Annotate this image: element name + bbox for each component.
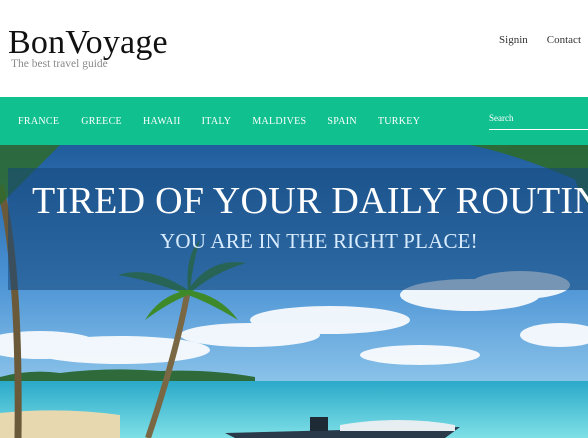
nav-items: FRANCE GREECE HAWAII ITALY MALDIVES SPAI… xyxy=(18,97,420,145)
nav-item-france[interactable]: FRANCE xyxy=(18,116,59,127)
nav-item-greece[interactable]: GREECE xyxy=(81,116,122,127)
hero-headline: TIRED OF YOUR DAILY ROUTINE? xyxy=(32,180,588,222)
search-box xyxy=(489,109,588,130)
hero-subline: YOU ARE IN THE RIGHT PLACE! xyxy=(160,229,478,253)
nav-item-turkey[interactable]: TURKEY xyxy=(378,116,420,127)
nav-item-spain[interactable]: SPAIN xyxy=(327,116,356,127)
nav-item-maldives[interactable]: MALDIVES xyxy=(252,116,306,127)
signin-link[interactable]: Signin xyxy=(499,34,528,46)
tagline: The best travel guide xyxy=(11,58,108,70)
hero-section: TIRED OF YOUR DAILY ROUTINE? YOU ARE IN … xyxy=(0,145,588,438)
top-links: Signin Contact xyxy=(499,34,581,46)
site-header: BonVoyage The best travel guide Signin C… xyxy=(0,0,588,97)
nav-item-hawaii[interactable]: HAWAII xyxy=(143,116,181,127)
contact-link[interactable]: Contact xyxy=(547,34,581,46)
logo[interactable]: BonVoyage xyxy=(8,26,168,60)
search-input[interactable] xyxy=(489,109,588,127)
nav-item-italy[interactable]: ITALY xyxy=(202,116,232,127)
